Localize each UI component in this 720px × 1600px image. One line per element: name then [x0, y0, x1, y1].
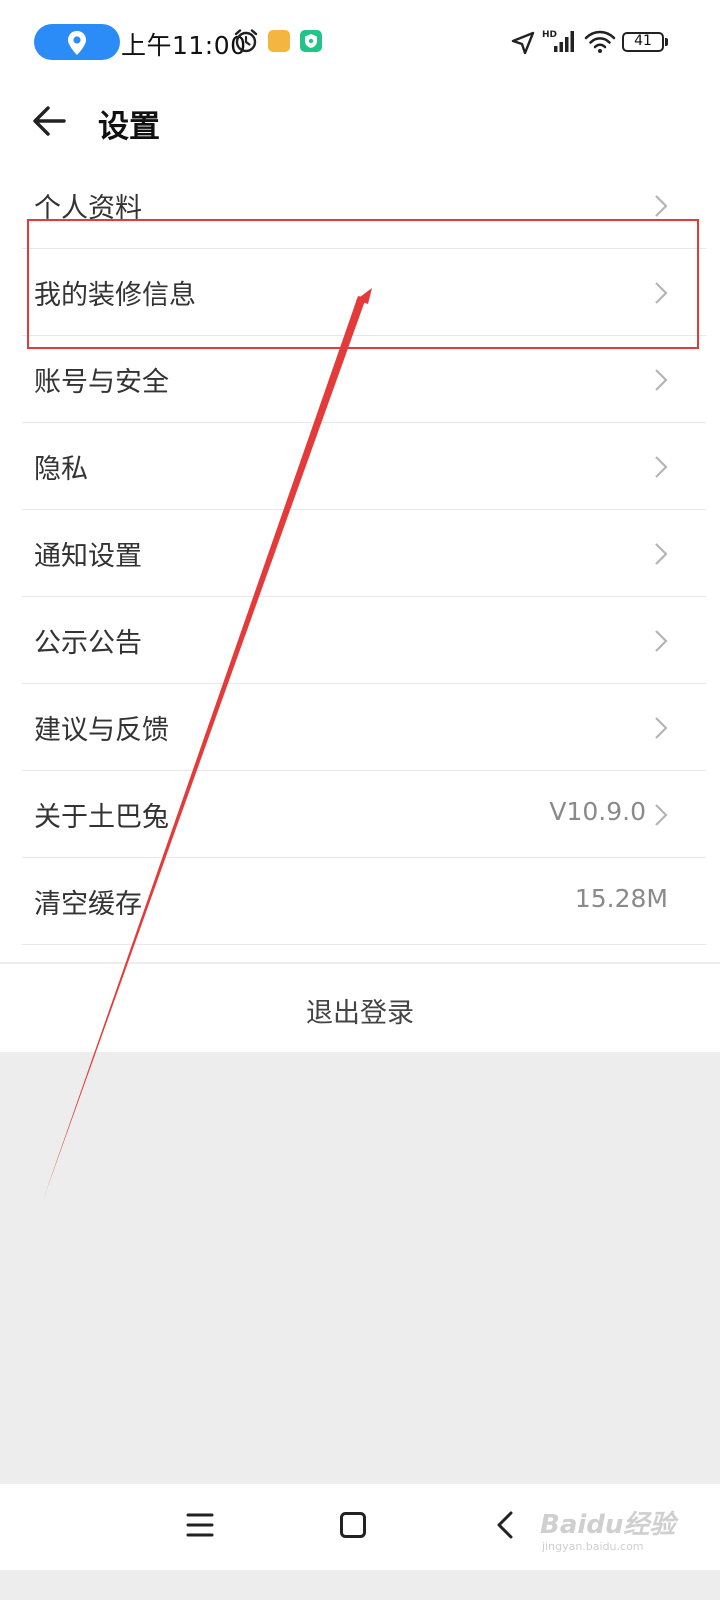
settings-item-label: 清空缓存 — [34, 889, 142, 920]
settings-item-account-security[interactable]: 账号与安全 — [0, 336, 706, 423]
settings-item-feedback[interactable]: 建议与反馈 — [0, 684, 706, 771]
battery-level: 41 — [634, 33, 652, 49]
settings-item-notifications[interactable]: 通知设置 — [0, 510, 706, 597]
settings-item-label: 公示公告 — [34, 628, 142, 659]
settings-item-label: 隐私 — [34, 454, 88, 485]
location-pill[interactable] — [34, 24, 120, 60]
chevron-right-icon — [655, 543, 668, 565]
chevron-right-icon — [655, 630, 668, 652]
back-arrow-icon[interactable] — [30, 102, 68, 140]
network-type-label: HD — [542, 30, 557, 40]
watermark: Baidu经验 jingyan.baidu.com — [540, 1500, 710, 1560]
battery-icon: 41 — [622, 32, 668, 52]
chevron-right-icon — [655, 369, 668, 391]
menu-icon[interactable] — [186, 1512, 214, 1538]
settings-item-label: 建议与反馈 — [34, 715, 169, 746]
logout-label: 退出登录 — [306, 998, 414, 1029]
settings-item-announcements[interactable]: 公示公告 — [0, 597, 706, 684]
alarm-icon — [234, 29, 258, 53]
highlight-annotation-box — [27, 219, 699, 349]
settings-item-clear-cache[interactable]: 清空缓存 15.28M — [0, 858, 706, 945]
home-square-icon[interactable] — [339, 1511, 367, 1539]
app-version: V10.9.0 — [549, 797, 646, 826]
signal-icon: HD — [542, 30, 574, 52]
status-time: 上午11:00 — [121, 31, 247, 60]
chevron-right-icon — [655, 456, 668, 478]
chevron-right-icon — [655, 195, 668, 217]
watermark-site: jingyan.baidu.com — [542, 1540, 644, 1553]
settings-item-label: 通知设置 — [34, 541, 142, 572]
page-title: 设置 — [98, 109, 160, 145]
chevron-right-icon — [655, 717, 668, 739]
status-bar: 上午11:00 HD 41 — [0, 0, 720, 86]
notification-app-icon — [268, 30, 290, 52]
logout-button[interactable]: 退出登录 — [0, 964, 720, 1052]
cache-size: 15.28M — [574, 884, 668, 913]
settings-item-label: 账号与安全 — [34, 367, 169, 398]
chevron-right-icon — [655, 804, 668, 826]
settings-item-privacy[interactable]: 隐私 — [0, 423, 706, 510]
settings-item-about[interactable]: 关于土巴兔 V10.9.0 — [0, 771, 706, 858]
system-back-icon[interactable] — [494, 1510, 516, 1540]
watermark-brand: Baidu经验 — [540, 1510, 676, 1540]
navigation-arrow-icon — [511, 31, 535, 55]
shield-app-icon — [300, 30, 322, 52]
settings-item-label: 关于土巴兔 — [34, 802, 169, 833]
wifi-icon — [584, 30, 616, 53]
location-pin-icon — [68, 31, 86, 55]
